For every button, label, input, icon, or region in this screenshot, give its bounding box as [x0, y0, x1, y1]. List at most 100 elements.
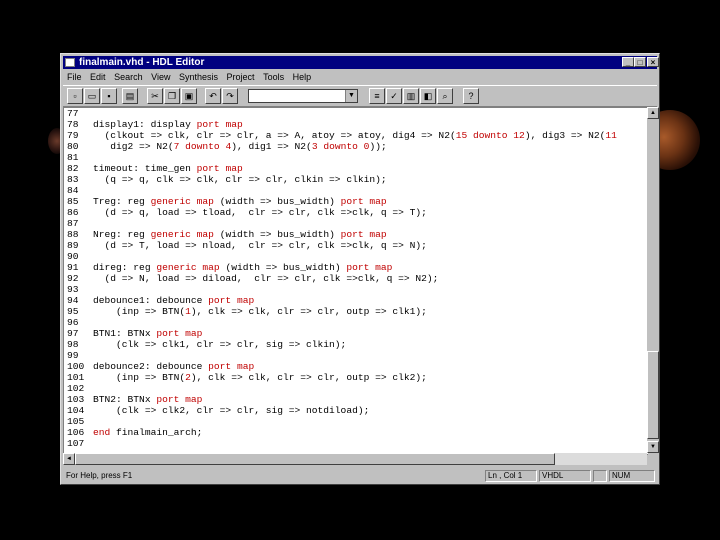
- menu-project[interactable]: Project: [227, 72, 255, 82]
- code-text: direg: reg generic map (width => bus_wid…: [93, 262, 393, 273]
- menu-view[interactable]: View: [151, 72, 170, 82]
- line-number: 87: [67, 218, 79, 229]
- syntax-check-icon[interactable]: ✓: [386, 88, 402, 104]
- code-line[interactable]: 105: [64, 416, 93, 427]
- document-icon: [65, 58, 75, 67]
- scroll-left-icon[interactable]: ◄: [63, 453, 75, 465]
- code-line[interactable]: 91 direg: reg generic map (width => bus_w…: [64, 262, 392, 273]
- redo-icon[interactable]: ↷: [222, 88, 238, 104]
- line-number: 99: [67, 350, 79, 361]
- code-line[interactable]: 86 (d => q, load => tload, clr => clr, c…: [64, 207, 427, 218]
- status-language: VHDL: [539, 470, 591, 482]
- code-line[interactable]: 100 debounce2: debounce port map: [64, 361, 254, 372]
- keyword-token: downto: [185, 141, 220, 152]
- help-icon[interactable]: ?: [463, 88, 479, 104]
- code-line[interactable]: 88 Nreg: reg generic map (width => bus_wi…: [64, 229, 387, 240]
- keyword-token: port: [340, 196, 364, 207]
- compile-icon[interactable]: ≡: [369, 88, 385, 104]
- code-line[interactable]: 102: [64, 383, 93, 394]
- code-line[interactable]: 87: [64, 218, 93, 229]
- code-text: (clk => clk1, clr => clr, sig => clkin);: [93, 339, 347, 350]
- code-line[interactable]: 89 (d => T, load => nload, clr => clr, c…: [64, 240, 427, 251]
- code-line[interactable]: 99: [64, 350, 93, 361]
- keyword-token: port: [208, 295, 232, 306]
- menu-edit[interactable]: Edit: [90, 72, 106, 82]
- number-token: 4: [225, 141, 232, 152]
- code-line[interactable]: 95 (inp => BTN(1), clk => clk, clr => cl…: [64, 306, 427, 317]
- number-token: 11: [605, 130, 617, 141]
- line-number: 92: [67, 273, 79, 284]
- code-line[interactable]: 77: [64, 108, 93, 119]
- code-line[interactable]: 93: [64, 284, 93, 295]
- code-line[interactable]: 79 (clkout => clk, clr => clr, a => A, a…: [64, 130, 617, 141]
- line-number: 105: [67, 416, 85, 427]
- title-bar[interactable]: finalmain.vhd - HDL Editor _ □ ×: [63, 56, 659, 69]
- chevron-down-icon[interactable]: ▼: [345, 90, 357, 102]
- horizontal-scroll-thumb[interactable]: [75, 453, 555, 465]
- code-line[interactable]: 84: [64, 185, 93, 196]
- line-number: 95: [67, 306, 79, 317]
- scroll-down-icon[interactable]: ▼: [647, 441, 659, 453]
- maximize-button[interactable]: □: [634, 57, 646, 67]
- code-text: timeout: time_gen port map: [93, 163, 243, 174]
- minimize-button[interactable]: _: [622, 57, 634, 67]
- code-text: (clkout => clk, clr => clr, a => A, atoy…: [93, 130, 617, 141]
- line-number: 104: [67, 405, 85, 416]
- status-num: NUM: [609, 470, 655, 482]
- line-number: 90: [67, 251, 79, 262]
- menu-search[interactable]: Search: [114, 72, 143, 82]
- keyword-token: map: [236, 295, 255, 306]
- code-line[interactable]: 82 timeout: time_gen port map: [64, 163, 243, 174]
- code-line[interactable]: 107: [64, 438, 93, 449]
- code-line[interactable]: 98 (clk => clk1, clr => clr, sig => clki…: [64, 339, 346, 350]
- save-icon[interactable]: ▪: [101, 88, 117, 104]
- code-text: (d => q, load => tload, clr => clr, clk …: [93, 207, 427, 218]
- code-editor[interactable]: 77 78 display1: display port map 79 (clkout…: [63, 107, 648, 455]
- toolbar-combo[interactable]: ▼: [248, 89, 358, 103]
- code-line[interactable]: 101 (inp => BTN(2), clk => clk, clr => c…: [64, 372, 427, 383]
- open-folder-icon[interactable]: ▭: [84, 88, 100, 104]
- horizontal-scrollbar[interactable]: ◄: [63, 453, 647, 465]
- code-text: debounce2: debounce port map: [93, 361, 255, 372]
- cut-icon[interactable]: ✂: [147, 88, 163, 104]
- code-line[interactable]: 92 (d => N, load => diload, clr => clr, …: [64, 273, 438, 284]
- vertical-scroll-thumb[interactable]: [647, 351, 659, 439]
- code-line[interactable]: 83 (q => q, clk => clk, clr => clr, clki…: [64, 174, 387, 185]
- menu-help[interactable]: Help: [293, 72, 312, 82]
- code-line[interactable]: 80 dig2 => N2(7 downto 4), dig1 => N2(3 …: [64, 141, 387, 152]
- code-line[interactable]: 78 display1: display port map: [64, 119, 243, 130]
- menu-file[interactable]: File: [67, 72, 82, 82]
- new-file-icon[interactable]: ▫: [67, 88, 83, 104]
- close-button[interactable]: ×: [647, 57, 659, 67]
- keyword-token: map: [185, 328, 203, 339]
- code-line[interactable]: 94 debounce1: debounce port map: [64, 295, 254, 306]
- menu-synthesis[interactable]: Synthesis: [179, 72, 218, 82]
- line-number: 82: [67, 163, 79, 174]
- line-number: 89: [67, 240, 79, 251]
- code-line[interactable]: 85 Treg: reg generic map (width => bus_wi…: [64, 196, 387, 207]
- keyword-token: map: [225, 119, 243, 130]
- toolbar: ▫ ▭ ▪ ▤ ✂ ❐ ▣ ↶ ↷ ▼ ≡ ✓ ▥ ◧ ⌕ ?: [63, 85, 657, 107]
- keyword-token: map: [225, 163, 243, 174]
- code-line[interactable]: 104 (clk => clk2, clr => clr, sig => not…: [64, 405, 369, 416]
- menu-tools[interactable]: Tools: [263, 72, 284, 82]
- language-assistant-icon[interactable]: ▥: [403, 88, 419, 104]
- number-token: 15: [455, 130, 468, 141]
- code-line[interactable]: 81: [64, 152, 93, 163]
- keyword-token: map: [196, 196, 214, 207]
- vertical-scrollbar[interactable]: ▲ ▼: [647, 107, 659, 453]
- undo-icon[interactable]: ↶: [205, 88, 221, 104]
- print-icon[interactable]: ▤: [122, 88, 138, 104]
- code-line[interactable]: 96: [64, 317, 93, 328]
- code-line[interactable]: 97 BTN1: BTNx port map: [64, 328, 202, 339]
- keyword-token: port: [346, 262, 370, 273]
- code-line[interactable]: 90: [64, 251, 93, 262]
- code-line[interactable]: 106 end finalmain_arch;: [64, 427, 202, 438]
- copy-icon[interactable]: ❐: [164, 88, 180, 104]
- code-line[interactable]: 103 BTN2: BTNx port map: [64, 394, 202, 405]
- search-icon[interactable]: ⌕: [437, 88, 453, 104]
- scroll-up-icon[interactable]: ▲: [647, 107, 659, 119]
- paste-icon[interactable]: ▣: [181, 88, 197, 104]
- code-text: end finalmain_arch;: [93, 427, 203, 438]
- symbol-wizard-icon[interactable]: ◧: [420, 88, 436, 104]
